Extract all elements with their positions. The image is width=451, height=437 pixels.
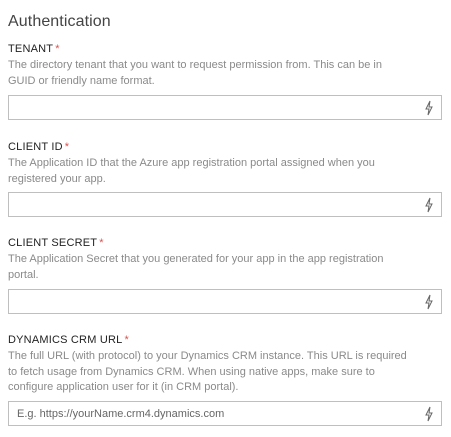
client-secret-label-text: CLIENT SECRET [8,237,98,249]
client-id-input[interactable] [9,193,409,216]
client-id-input-box [8,192,442,217]
client-secret-description-line: The Application Secret that you generate… [8,253,384,265]
client-id-label: CLIENT ID * [8,140,442,154]
client-secret-input[interactable] [9,290,409,313]
dynamics-crm-url-description-line: The full URL (with protocol) to your Dyn… [8,350,407,362]
client-id-field: CLIENT ID * The Application ID that the A… [8,140,442,217]
client-id-description: The Application ID that the Azure app re… [8,156,438,187]
required-marker: * [99,237,104,249]
required-marker: * [64,141,70,153]
client-id-description-line: The Application ID that the Azure app re… [8,157,375,169]
dynamics-crm-url-label: DYNAMICS CRM URL * [8,333,442,347]
dynamics-crm-url-description-line: to fetch usage from Dynamics CRM. When u… [8,365,375,378]
section-title: Authentication [8,13,111,30]
tenant-description-line: GUID or friendly name format. [8,74,155,87]
client-secret-description: The Application Secret that you generate… [8,252,438,283]
required-marker: * [124,334,129,346]
authentication-panel: Authentication TENANT * The directory ten… [0,0,451,437]
dynamics-crm-url-label-text: DYNAMICS CRM URL [8,334,123,346]
client-id-label-text: CLIENT ID [8,141,63,153]
lightning-bolt-icon[interactable] [423,100,435,116]
dynamics-crm-url-input[interactable] [9,402,409,425]
dynamics-crm-url-input-box [8,401,442,426]
client-secret-input-box [8,289,442,314]
client-id-description-line: registered your app. [8,172,106,185]
dynamics-crm-url-description-line: configure application user for it (in CR… [8,381,239,393]
tenant-label: TENANT * [8,42,442,56]
lightning-bolt-icon[interactable] [423,294,435,310]
dynamics-crm-url-description: The full URL (with protocol) to your Dyn… [8,349,438,396]
dynamics-crm-url-field: DYNAMICS CRM URL * The full URL (with pro… [8,333,442,426]
tenant-label-text: TENANT [8,43,54,55]
tenant-input[interactable] [9,96,409,119]
tenant-description-line: The directory tenant that you want to re… [8,59,382,71]
tenant-description: The directory tenant that you want to re… [8,58,438,89]
client-secret-label: CLIENT SECRET * [8,236,442,250]
required-marker: * [55,43,60,55]
client-secret-field: CLIENT SECRET * The Application Secret th… [8,236,442,314]
lightning-bolt-icon[interactable] [423,197,435,213]
lightning-bolt-icon[interactable] [423,406,435,422]
client-secret-description-line: portal. [8,268,39,281]
tenant-input-box [8,95,442,120]
tenant-field: TENANT * The directory tenant that you wa… [8,42,442,120]
